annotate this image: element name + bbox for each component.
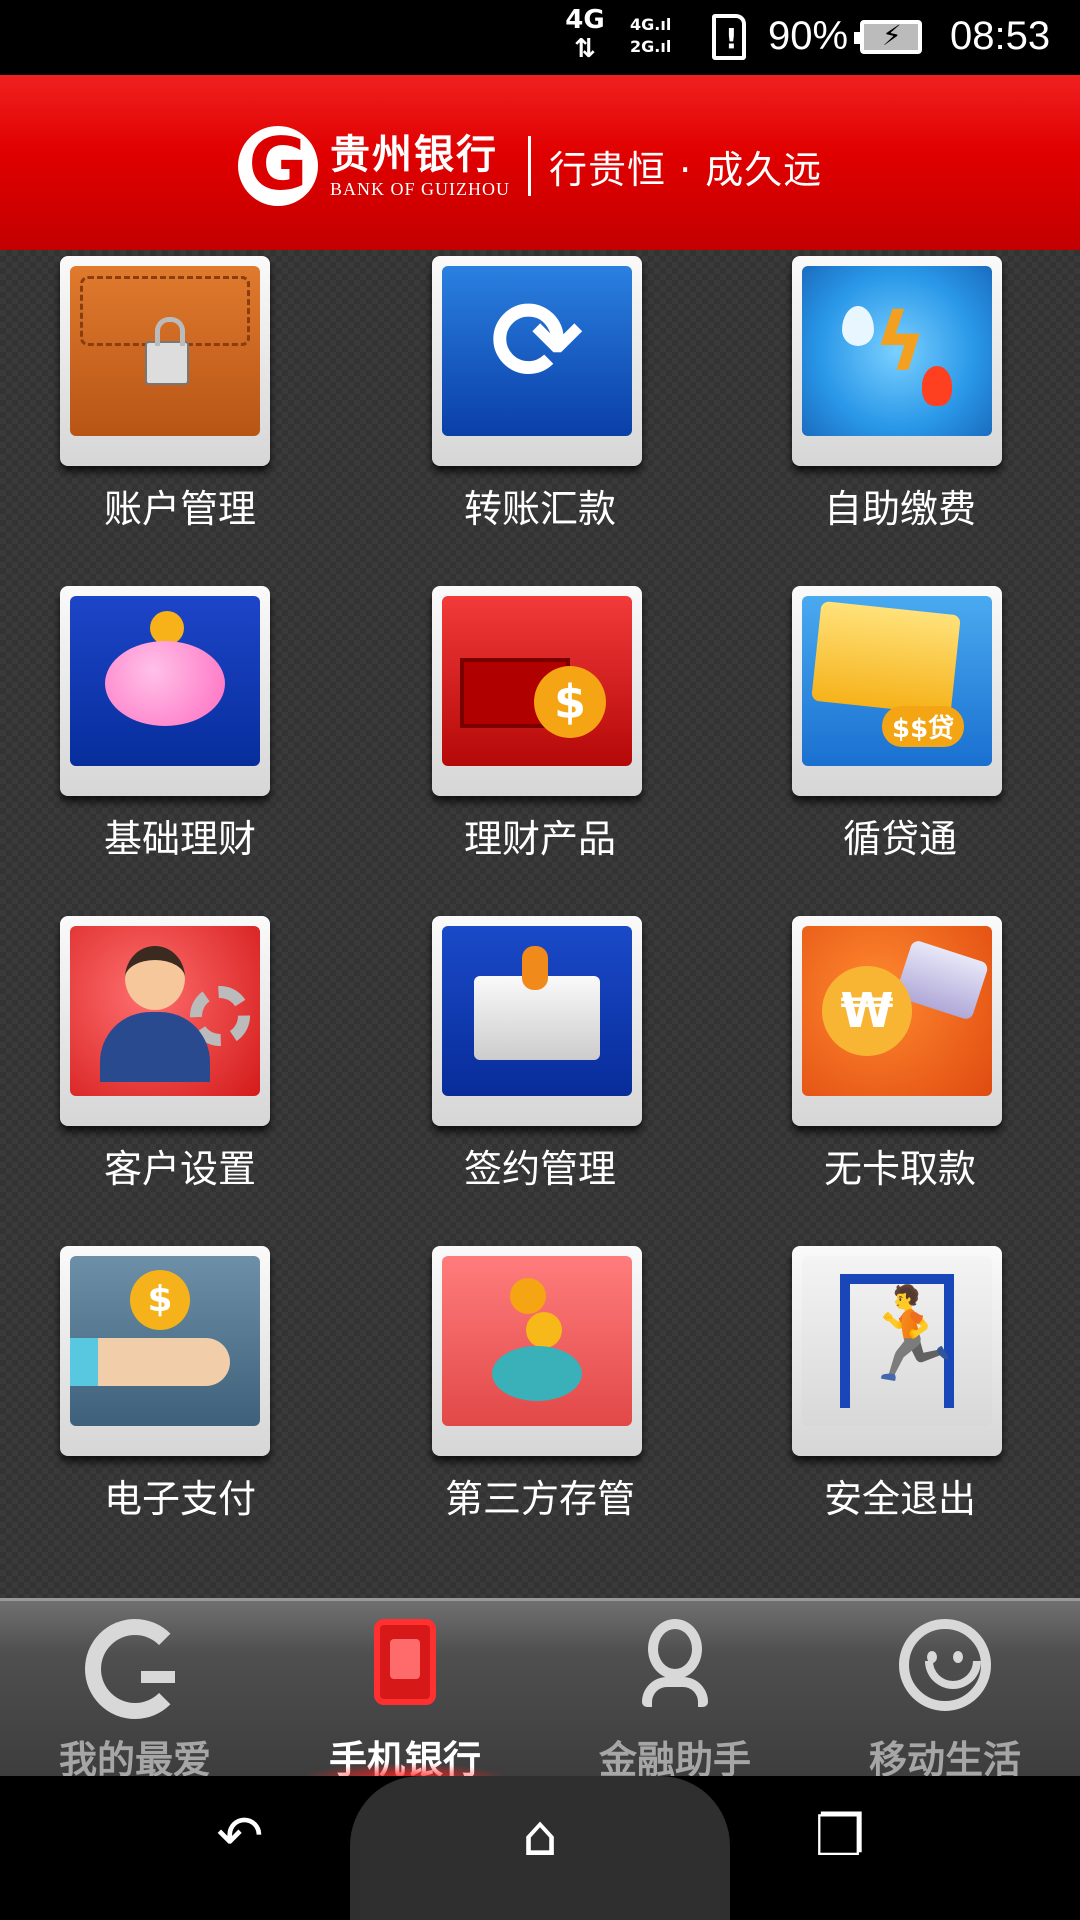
- exit-door-icon: 🏃: [792, 1246, 1002, 1456]
- water-electric-icon: ϟ: [792, 256, 1002, 466]
- menu-item-wealth-products[interactable]: $ 理财产品: [360, 580, 720, 880]
- menu-item-label: 转账汇款: [463, 487, 616, 531]
- mobile-bank-icon: [355, 1619, 455, 1719]
- menu-item-revolving-loan[interactable]: $$贷 循贷通: [720, 580, 1080, 880]
- menu-item-label: 自助缴费: [823, 487, 976, 531]
- basket-dollar-icon: $: [432, 586, 642, 796]
- menu-item-e-payment[interactable]: $ 电子支付: [0, 1240, 360, 1540]
- menu-item-third-party-custody[interactable]: 第三方存管: [360, 1240, 720, 1540]
- favorites-g-icon: [85, 1619, 185, 1719]
- bank-logo-icon: G: [238, 122, 318, 206]
- clock: 08:53: [950, 14, 1051, 58]
- tab-my-favorites[interactable]: 我的最爱: [0, 1601, 270, 1782]
- piggy-bank-icon: [60, 586, 270, 796]
- system-nav-bar: ↶ ⌂ ❐: [0, 1776, 1080, 1920]
- battery-percent: 90%: [768, 14, 849, 58]
- bank-slogan: 行贵恒 · 成久远: [549, 147, 823, 192]
- menu-item-label: 理财产品: [463, 817, 616, 861]
- menu-item-safe-logout[interactable]: 🏃 安全退出: [720, 1240, 1080, 1540]
- brand-divider: [528, 136, 531, 196]
- menu-item-label: 安全退出: [823, 1477, 976, 1521]
- hand-coin-icon: $: [60, 1246, 270, 1456]
- sim-alert-icon: [712, 14, 746, 60]
- signal-strength-icon: 4G.ıl 2G.ıl: [630, 15, 672, 56]
- menu-item-label: 签约管理: [463, 1147, 616, 1191]
- status-bar: 4G ⇅ 4G.ıl2G.ıl 90% ⚡ 08:53: [0, 0, 1080, 75]
- credit-card-loan-icon: $$贷: [792, 586, 1002, 796]
- menu-item-label: 循贷通: [842, 817, 957, 861]
- smile-face-icon: [895, 1619, 995, 1719]
- briefcase-lock-icon: [60, 256, 270, 466]
- menu-item-contract-management[interactable]: 签约管理: [360, 910, 720, 1210]
- refresh-arrows-icon: ⟳: [432, 256, 642, 466]
- tab-mobile-banking[interactable]: 手机银行: [270, 1601, 540, 1782]
- menu-item-label: 电子支付: [103, 1477, 256, 1521]
- user-gear-icon: [60, 916, 270, 1126]
- piggy-coins-icon: [432, 1246, 642, 1456]
- menu-item-self-payment[interactable]: ϟ 自助缴费: [720, 250, 1080, 550]
- tab-mobile-life[interactable]: 移动生活: [810, 1601, 1080, 1782]
- tab-finance-assistant[interactable]: 金融助手: [540, 1601, 810, 1782]
- menu-item-account-management[interactable]: 账户管理: [0, 250, 300, 550]
- menu-item-label: 无卡取款: [823, 1147, 976, 1191]
- bank-name: 贵州银行 BANK OF GUIZHOU: [330, 132, 510, 200]
- menu-item-label: 基础理财: [103, 817, 256, 861]
- folder-stamp-icon: [432, 916, 642, 1126]
- menu-item-transfer[interactable]: ⟳ 转账汇款: [360, 250, 720, 550]
- menu-item-cardless-withdrawal[interactable]: ₩ 无卡取款: [720, 910, 1080, 1210]
- menu-item-label: 账户管理: [103, 487, 256, 531]
- menu-item-label: 客户设置: [103, 1147, 256, 1191]
- menu-item-customer-settings[interactable]: 客户设置: [0, 910, 360, 1210]
- menu-item-label: 第三方存管: [444, 1477, 635, 1521]
- menu-item-basic-finance[interactable]: 基础理财: [0, 580, 360, 880]
- home-icon[interactable]: ⌂: [500, 1804, 580, 1884]
- battery-charging-icon: ⚡: [854, 19, 922, 54]
- bank-brand: G 贵州银行 BANK OF GUIZHOU 行贵恒 · 成久远: [238, 121, 822, 211]
- bank-name-cn: 贵州银行: [330, 132, 498, 178]
- bank-name-en: BANK OF GUIZHOU: [330, 179, 510, 199]
- recents-icon[interactable]: ❐: [800, 1804, 880, 1884]
- network-4g-icon: 4G ⇅: [565, 5, 605, 64]
- menu-grid: 账户管理 ⟳ 转账汇款 ϟ 自助缴费 基础理财 $ 理财产品 $$贷 循贷通 客…: [0, 250, 1080, 1598]
- assistant-person-icon: [625, 1619, 725, 1719]
- app-header: G 贵州银行 BANK OF GUIZHOU 行贵恒 · 成久远: [0, 75, 1080, 250]
- money-bag-card-icon: ₩: [792, 916, 1002, 1126]
- bottom-tab-bar: 我的最爱 手机银行 金融助手 移动生活: [0, 1598, 1080, 1782]
- back-icon[interactable]: ↶: [200, 1804, 280, 1884]
